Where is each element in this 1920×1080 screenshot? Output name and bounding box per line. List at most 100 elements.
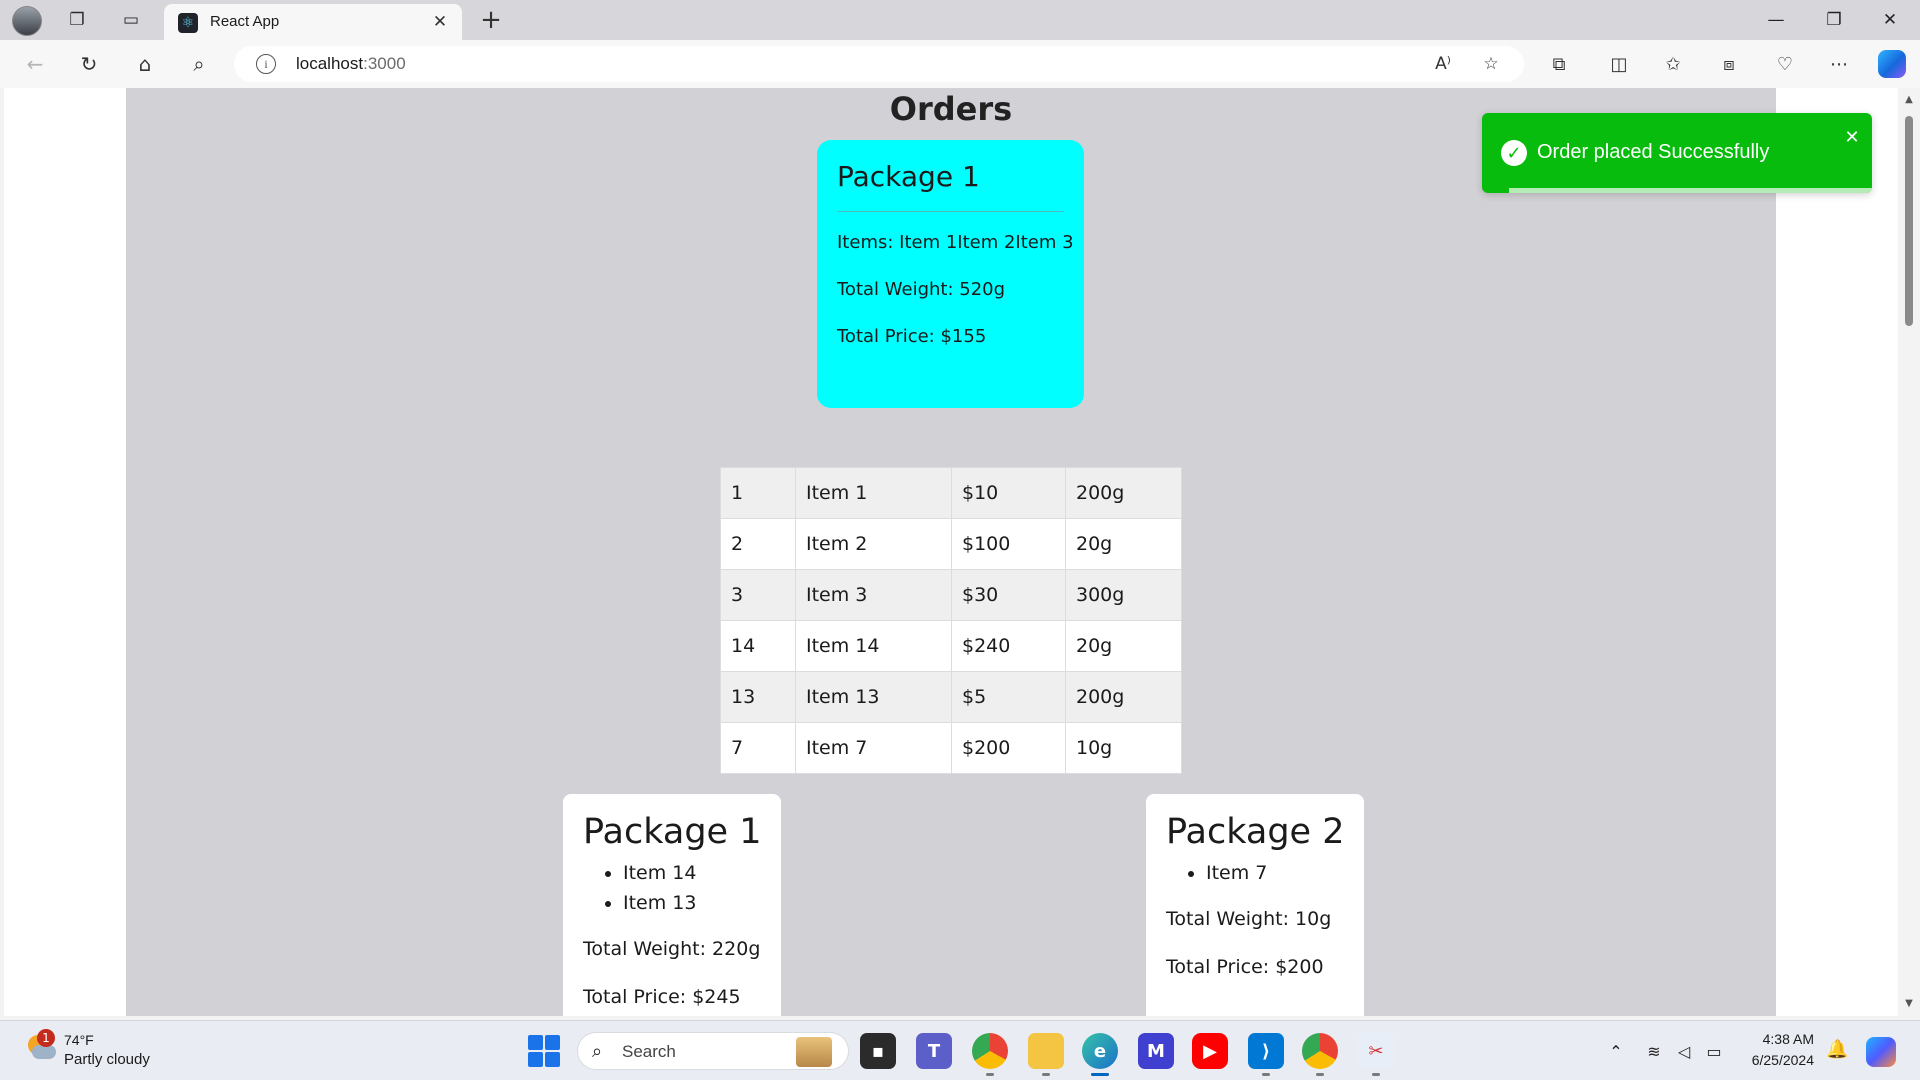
package-price-line: Total Price: $200 xyxy=(1166,956,1324,978)
address-host: localhost xyxy=(296,54,364,73)
teams-icon[interactable]: T xyxy=(916,1033,952,1069)
scroll-up-icon[interactable]: ▲ xyxy=(1904,94,1914,105)
profile-avatar[interactable] xyxy=(12,6,42,36)
success-toast[interactable]: ✓ Order placed Successfully ✕ xyxy=(1482,113,1872,193)
back-arrow-icon[interactable]: ← xyxy=(18,48,52,80)
snipping-tool-icon[interactable]: ✂ xyxy=(1358,1033,1394,1069)
table-row[interactable]: 2 Item 2 $100 20g xyxy=(720,518,1182,570)
toast-progress-bar xyxy=(1509,188,1872,193)
read-aloud-icon[interactable]: A⁾ xyxy=(1430,52,1456,76)
tab-react-app[interactable]: ⚛ React App ✕ xyxy=(164,4,462,40)
youtube-icon[interactable]: ▶ xyxy=(1192,1033,1228,1069)
minimize-button[interactable]: — xyxy=(1748,0,1804,40)
orders-app: Orders Package 1 Items: Item 1Item 2Item… xyxy=(126,88,1776,1016)
close-window-button[interactable]: ✕ xyxy=(1862,0,1918,40)
mathway-icon[interactable]: M xyxy=(1138,1033,1174,1069)
file-explorer-icon[interactable]: ▪ xyxy=(860,1033,896,1069)
cell-weight: 200g xyxy=(1065,671,1182,723)
package-title: Package 1 xyxy=(583,812,762,852)
heart-pulse-icon[interactable]: ♡ xyxy=(1768,48,1802,80)
cell-weight: 20g xyxy=(1065,620,1182,672)
page-scrollbar[interactable]: ▲ ▼ xyxy=(1898,88,1920,1016)
battery-icon[interactable]: ▭ xyxy=(1702,1039,1726,1063)
cell-weight: 10g xyxy=(1065,722,1182,774)
page-viewport: Orders Package 1 Items: Item 1Item 2Item… xyxy=(4,88,1898,1016)
package-item-list: Item 7 xyxy=(1206,858,1344,888)
cloud-shape xyxy=(32,1045,56,1059)
restore-button[interactable]: ❐ xyxy=(1806,0,1862,40)
table-row[interactable]: 14 Item 14 $240 20g xyxy=(720,620,1182,672)
home-icon[interactable]: ⌂ xyxy=(128,48,162,80)
cell-id: 1 xyxy=(720,467,796,519)
app-running-indicator xyxy=(1262,1073,1270,1076)
cell-price: $100 xyxy=(951,518,1066,570)
scrollbar-thumb[interactable] xyxy=(1905,116,1913,326)
chevron-up-icon[interactable]: ⌃ xyxy=(1604,1039,1628,1063)
clock-date[interactable]: 6/25/2024 xyxy=(1742,1052,1814,1068)
taskbar-search-box[interactable]: ⌕ Search xyxy=(577,1032,849,1070)
table-row[interactable]: 1 Item 1 $10 200g xyxy=(720,467,1182,519)
folder-icon[interactable] xyxy=(1028,1033,1064,1069)
search-icon[interactable]: ⌕ xyxy=(182,48,216,80)
tab-title: React App xyxy=(210,13,280,30)
cell-name: Item 7 xyxy=(795,722,952,774)
chrome-profile-icon[interactable] xyxy=(1302,1033,1338,1069)
cell-weight: 300g xyxy=(1065,569,1182,621)
vscode-icon[interactable]: ⟩ xyxy=(1248,1033,1284,1069)
star-icon[interactable]: ☆ xyxy=(1478,52,1504,76)
more-icon[interactable]: ⋯ xyxy=(1822,48,1856,80)
address-url[interactable]: localhost:3000 xyxy=(296,54,406,74)
app-running-indicator xyxy=(1042,1073,1050,1076)
search-highlight-image xyxy=(796,1037,832,1067)
split-screen-icon[interactable]: ◫ xyxy=(1602,48,1636,80)
chrome-icon[interactable] xyxy=(972,1033,1008,1069)
react-logo-icon: ⚛ xyxy=(178,13,198,33)
cell-name: Item 14 xyxy=(795,620,952,672)
puzzle-icon[interactable]: ⧉ xyxy=(1542,48,1576,80)
windows-start-icon[interactable] xyxy=(528,1035,560,1067)
info-icon[interactable]: i xyxy=(256,54,276,74)
cell-weight: 200g xyxy=(1065,467,1182,519)
table-row[interactable]: 7 Item 7 $200 10g xyxy=(720,722,1182,774)
tab-actions-icon[interactable]: ▭ xyxy=(116,6,146,34)
copilot-taskbar-icon[interactable] xyxy=(1866,1037,1896,1067)
cell-name: Item 1 xyxy=(795,467,952,519)
toast-message: Order placed Successfully xyxy=(1537,141,1770,163)
cell-price: $10 xyxy=(951,467,1066,519)
summary-card-title: Package 1 xyxy=(837,160,980,193)
collections-icon[interactable]: ⧈ xyxy=(1712,48,1746,80)
copilot-icon[interactable] xyxy=(1878,50,1906,78)
favorites-icon[interactable]: ✩ xyxy=(1656,48,1690,80)
weather-condition[interactable]: Partly cloudy xyxy=(64,1051,150,1068)
app-running-indicator xyxy=(1372,1073,1380,1076)
browser-tab-bar: ❐ ▭ ⚛ React App ✕ + — ❐ ✕ xyxy=(0,0,1920,40)
app-running-indicator xyxy=(986,1073,994,1076)
close-icon[interactable]: ✕ xyxy=(1842,127,1862,148)
cell-id: 3 xyxy=(720,569,796,621)
summary-items-line: Items: Item 1Item 2Item 3 xyxy=(837,232,1074,253)
refresh-icon[interactable]: ↻ xyxy=(72,48,106,80)
close-icon[interactable]: ✕ xyxy=(428,10,452,34)
table-row[interactable]: 3 Item 3 $30 300g xyxy=(720,569,1182,621)
summary-weight-line: Total Weight: 520g xyxy=(837,279,1006,300)
address-bar[interactable]: i localhost:3000 A⁾ ☆ xyxy=(234,46,1524,82)
summary-price-line: Total Price: $155 xyxy=(837,326,987,347)
check-circle-icon: ✓ xyxy=(1501,140,1527,166)
edge-icon[interactable]: e xyxy=(1082,1033,1118,1069)
clock-time[interactable]: 4:38 AM xyxy=(1742,1031,1814,1047)
cell-id: 13 xyxy=(720,671,796,723)
summary-card-divider xyxy=(837,211,1064,212)
plus-icon[interactable]: + xyxy=(476,5,506,35)
windows-taskbar: 1 74°F Partly cloudy ⌕ Search ▪ T e M ▶ … xyxy=(0,1020,1920,1080)
volume-icon[interactable]: ◁ xyxy=(1672,1039,1696,1063)
cell-price: $240 xyxy=(951,620,1066,672)
table-row[interactable]: 13 Item 13 $5 200g xyxy=(720,671,1182,723)
wifi-icon[interactable]: ≋ xyxy=(1642,1039,1666,1063)
weather-temperature[interactable]: 74°F xyxy=(64,1032,94,1048)
cell-id: 2 xyxy=(720,518,796,570)
app-active-indicator xyxy=(1091,1073,1109,1076)
workspaces-icon[interactable]: ❐ xyxy=(62,6,92,34)
cell-name: Item 2 xyxy=(795,518,952,570)
bell-icon[interactable]: 🔔 xyxy=(1826,1039,1848,1060)
scroll-down-icon[interactable]: ▼ xyxy=(1904,998,1914,1009)
